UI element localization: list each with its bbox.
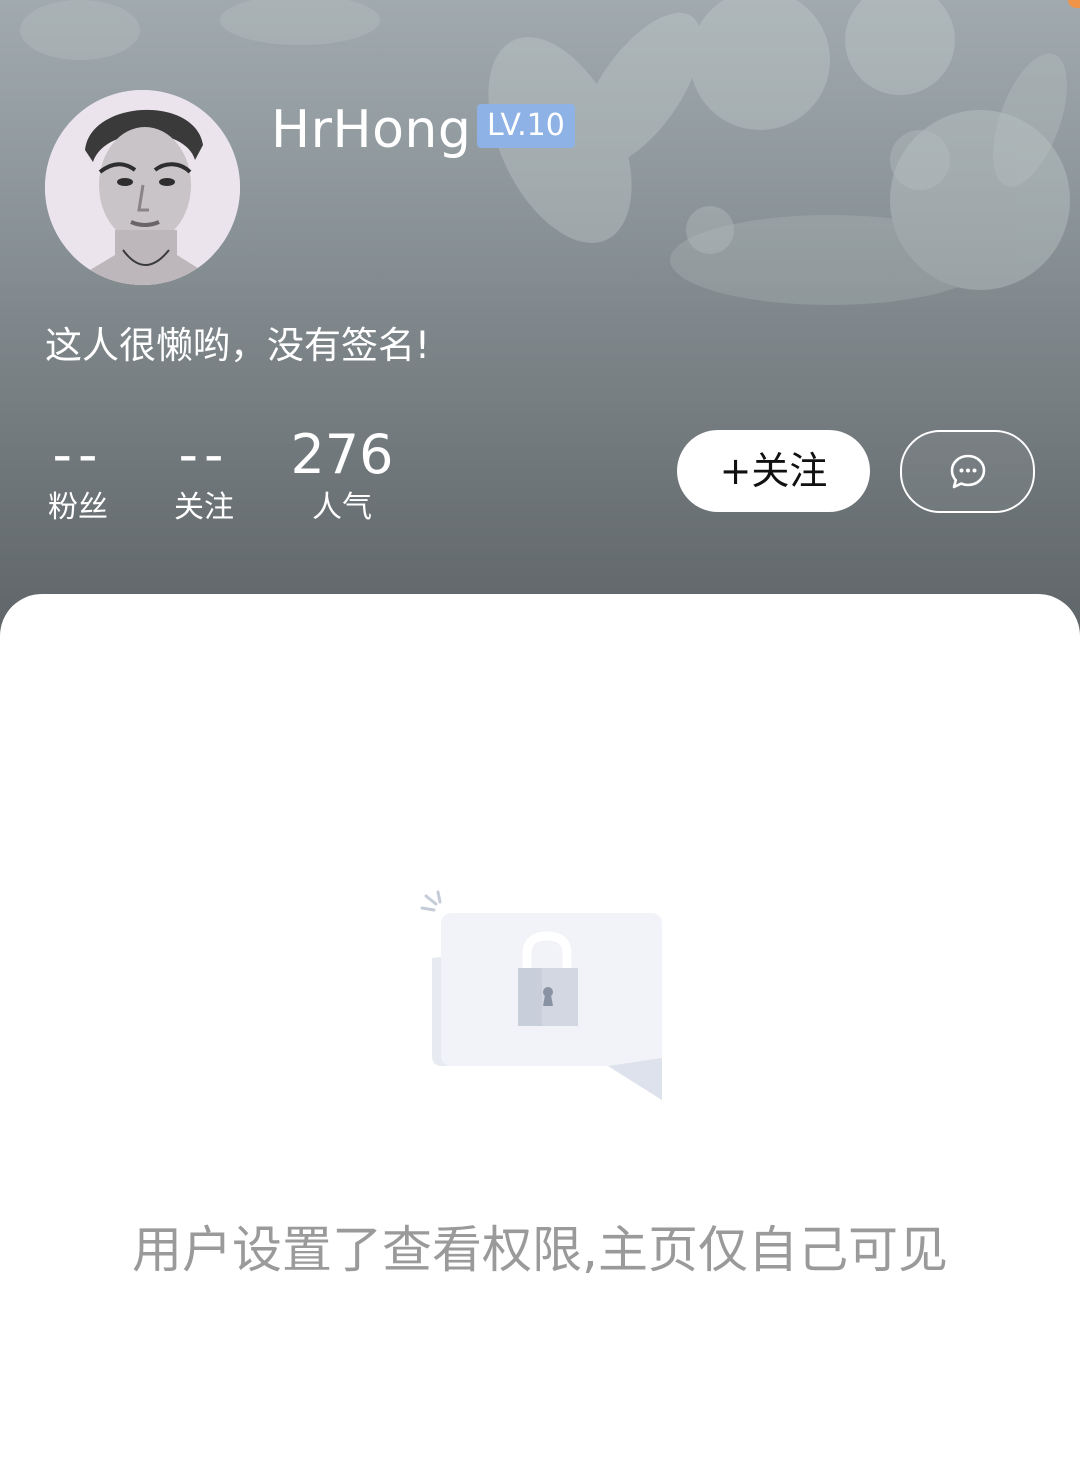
- chat-bubble-icon: [950, 454, 985, 488]
- privacy-notice: 用户设置了查看权限,主页仅自己可见: [132, 1221, 948, 1279]
- stat-popularity: 276 人气: [290, 424, 394, 528]
- message-button[interactable]: [900, 430, 1035, 513]
- username: HrHong: [271, 100, 472, 160]
- avatar-portrait: [45, 90, 240, 285]
- following-label: 关注: [174, 490, 234, 525]
- stat-fans[interactable]: -- 粉丝: [42, 424, 114, 528]
- following-count: --: [178, 423, 230, 486]
- popularity-label: 人气: [312, 490, 372, 525]
- profile-header: HrHong LV.10 这人很懒哟，没有签名! -- 粉丝 -- 关注 276…: [0, 0, 1080, 660]
- stat-following[interactable]: -- 关注: [168, 424, 240, 528]
- fans-count: --: [52, 423, 104, 486]
- follow-button[interactable]: +关注: [677, 430, 870, 512]
- level-badge: LV.10: [477, 104, 575, 148]
- popularity-count: 276: [290, 423, 394, 486]
- signature: 这人很懒哟，没有签名!: [45, 324, 430, 367]
- fans-label: 粉丝: [48, 490, 108, 525]
- lock-icon: [420, 890, 662, 1100]
- avatar[interactable]: [45, 90, 240, 285]
